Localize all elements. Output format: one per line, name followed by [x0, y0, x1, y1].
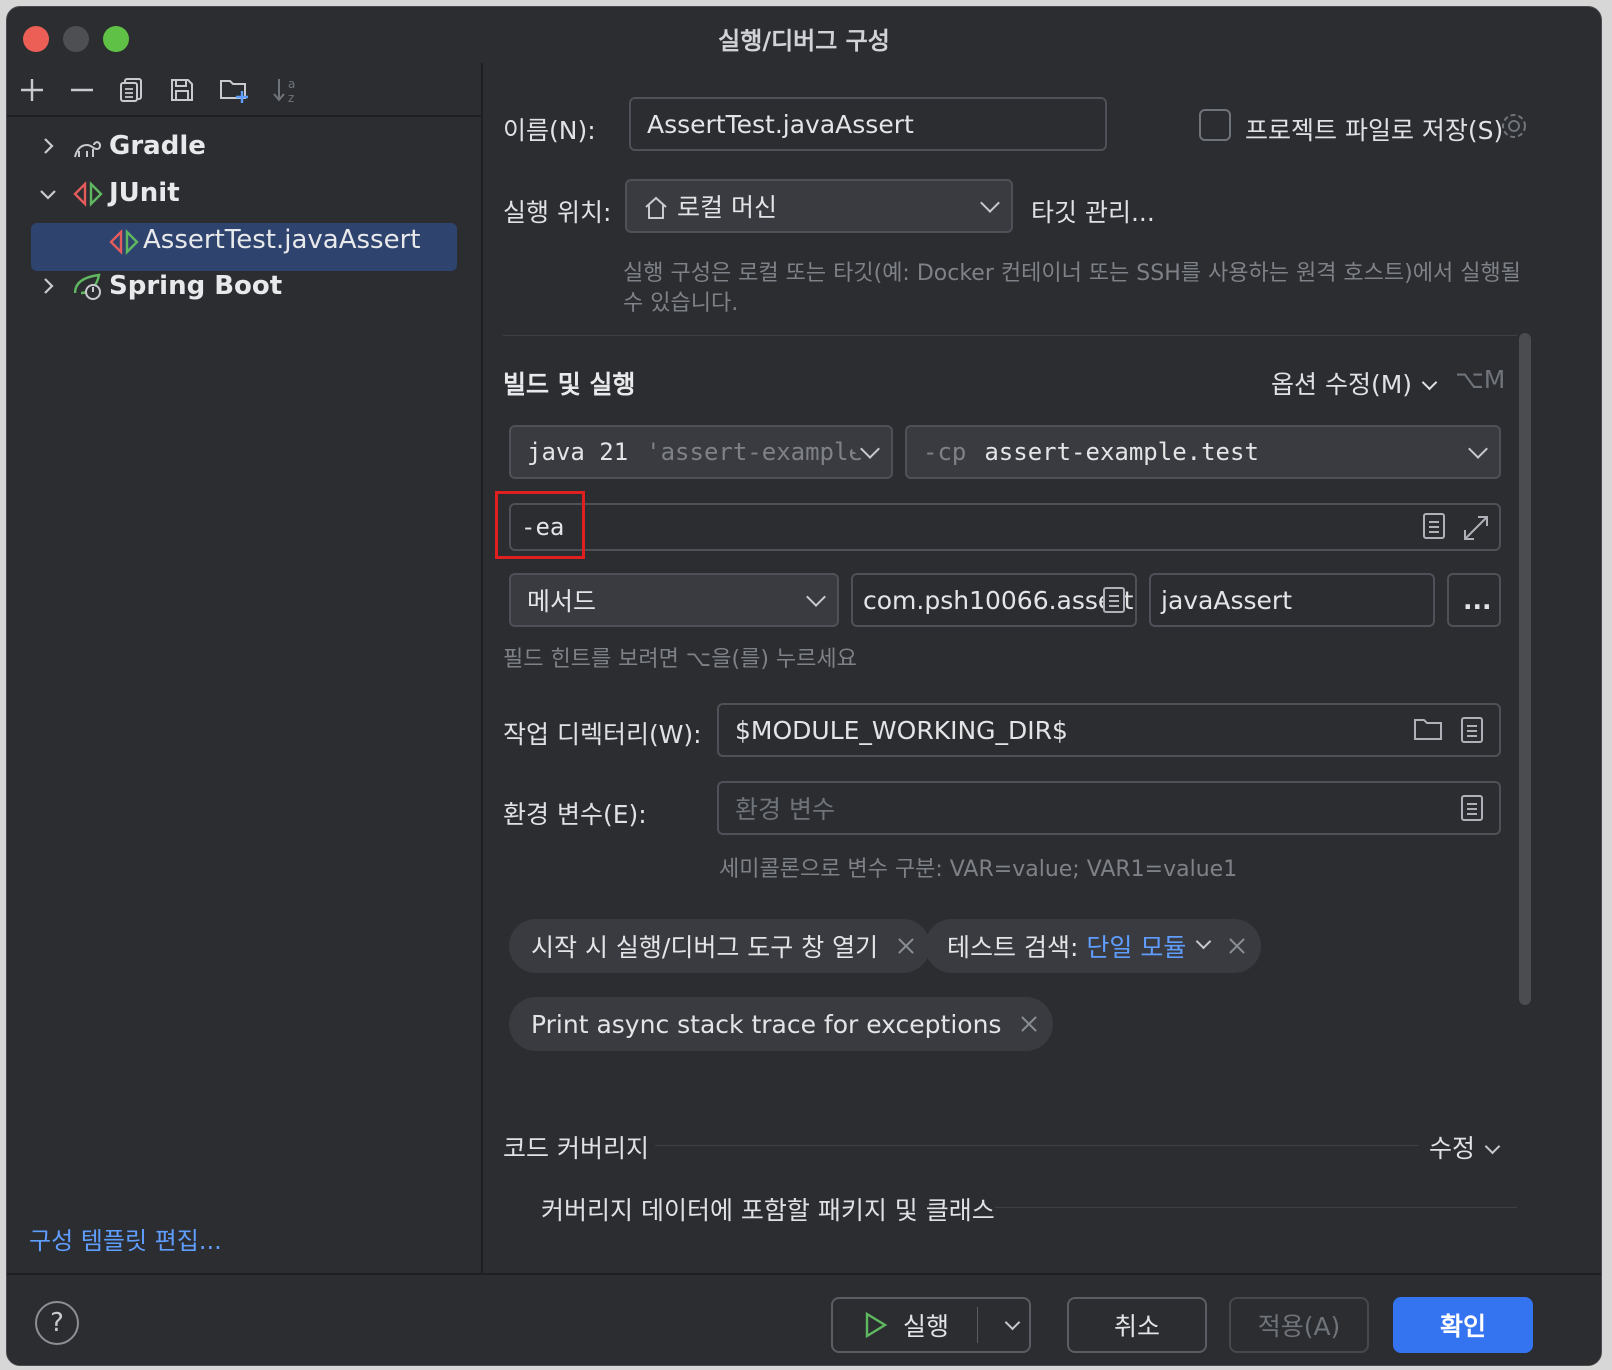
test-search-value[interactable]: 단일 모듈: [1086, 928, 1186, 964]
jre-module-hint: 'assert-example': [646, 438, 878, 466]
chevron-down-icon: [1468, 439, 1488, 459]
expand-icon[interactable]: [1461, 513, 1491, 543]
junit-icon: [73, 181, 103, 207]
workdir-label: 작업 디렉터리(W):: [503, 720, 702, 749]
gradle-icon: [74, 141, 102, 158]
jre-value: java 21: [527, 438, 629, 466]
scrollbar[interactable]: [1519, 333, 1531, 1005]
new-folder-icon[interactable]: [215, 71, 253, 109]
divider: [995, 1207, 1517, 1208]
close-icon[interactable]: [1229, 938, 1245, 954]
document-icon[interactable]: [1461, 795, 1483, 821]
coverage-section-title: 코드 커버리지: [503, 1134, 649, 1163]
env-hint: 세미콜론으로 변수 구분: VAR=value; VAR1=value1: [719, 857, 1238, 882]
save-to-project-label: 프로젝트 파일로 저장(S): [1245, 116, 1504, 145]
plus-icon[interactable]: [13, 71, 51, 109]
run-on-label: 실행 위치:: [503, 198, 612, 227]
chevron-down-icon[interactable]: [1196, 933, 1212, 949]
classpath-dropdown[interactable]: -cp assert-example.test: [905, 425, 1501, 479]
close-icon[interactable]: [1021, 1016, 1037, 1032]
minus-icon[interactable]: [63, 71, 101, 109]
help-button[interactable]: ?: [35, 1301, 79, 1345]
document-icon[interactable]: [1103, 587, 1125, 613]
name-value: AssertTest.javaAssert: [647, 109, 914, 139]
sort-icon[interactable]: az: [267, 71, 305, 109]
ok-button[interactable]: 확인: [1393, 1297, 1533, 1353]
chevron-down-icon: [1421, 374, 1438, 391]
workdir-field[interactable]: $MODULE_WORKING_DIR$: [717, 703, 1501, 757]
method-value: javaAssert: [1161, 585, 1292, 615]
gear-icon[interactable]: [1499, 111, 1529, 141]
apply-button[interactable]: 적용(A): [1229, 1297, 1369, 1353]
save-to-project-checkbox[interactable]: [1199, 109, 1231, 141]
jre-dropdown[interactable]: java 21 'assert-example': [509, 425, 893, 479]
run-on-value: 로컬 머신: [677, 193, 777, 222]
svg-text:z: z: [288, 91, 294, 105]
method-field[interactable]: javaAssert: [1149, 573, 1435, 627]
save-icon[interactable]: [163, 71, 201, 109]
tree-label-gradle: Gradle: [109, 131, 206, 161]
run-on-hint: 실행 구성은 로컬 또는 타깃(예: Docker 컨테이너 또는 SSH를 사…: [623, 261, 1521, 316]
play-icon: [865, 1311, 888, 1339]
run-on-dropdown[interactable]: 로컬 머신: [625, 179, 1013, 233]
configurations-toolbar: az: [7, 63, 481, 117]
configuration-editor: 이름(N): AssertTest.javaAssert 프로젝트 파일로 저장…: [485, 63, 1601, 1273]
chip-async-stack-trace[interactable]: Print async stack trace for exceptions: [509, 997, 1054, 1051]
class-field[interactable]: com.psh10066.assert: [851, 573, 1137, 627]
tree-label-spring-boot: Spring Boot: [109, 271, 283, 301]
test-kind-dropdown[interactable]: 메서드: [509, 573, 839, 627]
window-title: 실행/디버그 구성: [718, 27, 890, 55]
junit-test-icon: [109, 229, 139, 255]
copy-icon[interactable]: [113, 71, 151, 109]
home-icon: [645, 196, 667, 219]
modify-options-shortcut: ⌥M: [1455, 365, 1506, 394]
chevron-down-icon: [806, 587, 826, 607]
env-placeholder: 환경 변수: [735, 795, 835, 824]
title-bar: 실행/디버그 구성: [7, 7, 1601, 63]
env-field[interactable]: 환경 변수: [717, 781, 1501, 835]
workdir-value: $MODULE_WORKING_DIR$: [735, 715, 1068, 745]
highlight-box: [495, 491, 585, 559]
more-button[interactable]: ...: [1447, 573, 1501, 627]
tree-label-asserttest: AssertTest.javaAssert: [143, 225, 421, 255]
vm-options-field[interactable]: -ea: [509, 503, 1501, 551]
name-field[interactable]: AssertTest.javaAssert: [629, 97, 1107, 151]
spring-boot-icon: [73, 273, 101, 300]
run-debug-configurations-dialog: 실행/디버그 구성 az Gradle JUnit AssertTest.jav…: [6, 6, 1602, 1366]
folder-icon[interactable]: [1413, 715, 1443, 743]
run-button[interactable]: 실행: [831, 1297, 1031, 1353]
tree-label-junit: JUnit: [109, 178, 180, 208]
chevron-down-icon: [1484, 1138, 1501, 1155]
close-icon[interactable]: [898, 938, 914, 954]
chevron-right-icon[interactable]: [37, 275, 59, 297]
chevron-down-icon: [980, 193, 1000, 213]
chip-open-tool-window[interactable]: 시작 시 실행/디버그 도구 창 열기: [509, 919, 931, 973]
svg-text:a: a: [288, 77, 295, 91]
dialog-footer: ? 실행 취소 적용(A) 확인: [7, 1273, 1601, 1365]
edit-templates-link[interactable]: 구성 템플릿 편집...: [29, 1221, 222, 1256]
coverage-packages-label: 커버리지 데이터에 포함할 패키지 및 클래스: [541, 1196, 995, 1225]
coverage-modify-link[interactable]: 수정: [1429, 1129, 1501, 1165]
build-run-section-title: 빌드 및 실행: [503, 370, 636, 399]
field-hint: 필드 힌트를 보려면 ⌥을(를) 누르세요: [503, 647, 857, 672]
document-icon[interactable]: [1423, 513, 1445, 539]
chip-test-search[interactable]: 테스트 검색: 단일 모듈: [925, 919, 1262, 973]
env-label: 환경 변수(E):: [503, 800, 647, 829]
cp-prefix: -cp: [923, 438, 967, 466]
name-label: 이름(N):: [503, 116, 596, 145]
cancel-button[interactable]: 취소: [1067, 1297, 1207, 1353]
document-icon[interactable]: [1461, 717, 1483, 743]
modify-options-link[interactable]: 옵션 수정(M): [1271, 365, 1438, 401]
chevron-down-icon[interactable]: [37, 183, 59, 205]
divider: [655, 1145, 1419, 1146]
divider: [503, 335, 1517, 336]
manage-targets-link[interactable]: 타깃 관리...: [1031, 193, 1155, 229]
configurations-panel: az Gradle JUnit AssertTest.javaAssert Sp…: [7, 63, 483, 1273]
cp-value: assert-example.test: [984, 438, 1259, 466]
test-kind-value: 메서드: [527, 587, 597, 616]
chevron-right-icon[interactable]: [37, 135, 59, 157]
class-value: com.psh10066.assert: [863, 585, 1134, 615]
chevron-down-icon[interactable]: [1004, 1314, 1021, 1331]
